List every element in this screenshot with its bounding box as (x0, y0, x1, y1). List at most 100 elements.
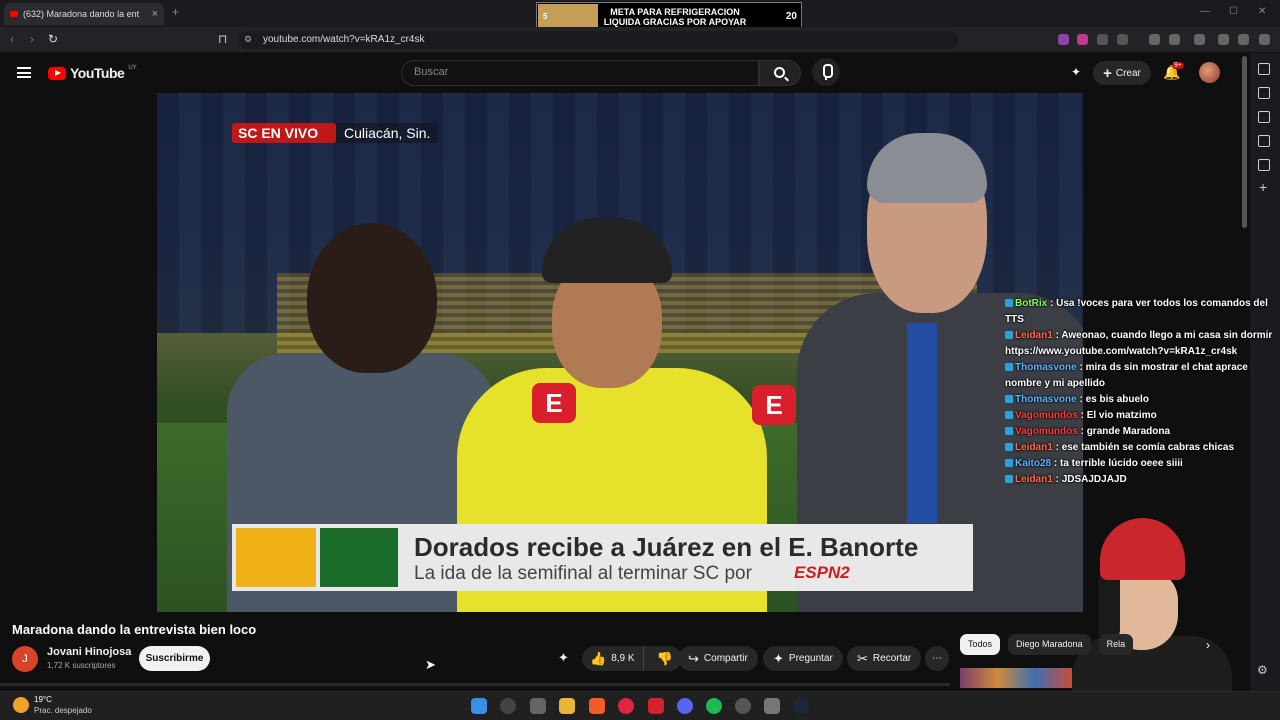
location-label: Culiacán, Sin. (336, 123, 439, 143)
url-text: youtube.com/watch?v=kRA1z_cr4sk (263, 34, 425, 45)
related-video-thumbnail[interactable] (960, 668, 1072, 688)
filter-chip[interactable]: Diego Maradona (1008, 634, 1091, 655)
voice-search-icon[interactable] (812, 58, 840, 86)
create-label: Crear (1115, 67, 1141, 79)
like-dislike-group: 👍 8,9 K 👎 (582, 646, 682, 671)
extensions-puzzle-icon[interactable] (1097, 34, 1108, 45)
platform-icon (1005, 299, 1013, 307)
youtube-header: YouTube UY Buscar ✦ + Crear 🔔 9+ (0, 53, 1240, 93)
extension-icon[interactable] (1077, 34, 1088, 45)
espn-microphone-icon: E (532, 383, 576, 423)
menu-icon[interactable] (1259, 34, 1270, 45)
espn2-logo: ESPN2 (794, 563, 850, 582)
dislike-button[interactable]: 👎 (649, 651, 681, 667)
hamburger-menu-icon[interactable] (17, 67, 31, 78)
taskbar-search-icon[interactable] (500, 698, 516, 714)
cast-icon[interactable]: ✦ (1071, 65, 1081, 79)
steam-icon[interactable] (793, 698, 809, 714)
media-player-icon[interactable] (618, 698, 634, 714)
chat-overlay: BotRix : Usa !voces para ver todos los c… (1005, 296, 1280, 488)
sidebar-toggle-icon[interactable] (1169, 34, 1180, 45)
site-settings-icon[interactable]: ⚙ (244, 34, 252, 45)
youtube-logo[interactable]: YouTube UY (48, 65, 137, 81)
share-button[interactable]: ↪ Compartir (678, 646, 758, 671)
sidebar-add-icon[interactable]: + (1259, 179, 1267, 195)
browser-toolbar: ‹ › ↻ ⊓ ⚙ youtube.com/watch?v=kRA1z_cr4s… (0, 27, 1280, 53)
task-view-icon[interactable] (530, 698, 546, 714)
lower-third: Dorados recibe a Juárez en el E. Banorte… (232, 524, 973, 591)
browser-tab[interactable]: (632) Maradona dando la ent × (4, 3, 164, 25)
clip-button[interactable]: ✂ Recortar (847, 646, 922, 671)
wallet-icon[interactable] (1194, 34, 1205, 45)
sidebar-wallet-icon[interactable] (1258, 111, 1270, 123)
chat-separator: : (1077, 426, 1087, 437)
sidebar-bookmarks-icon[interactable] (1258, 135, 1270, 147)
music-icon[interactable] (1149, 34, 1160, 45)
spotify-icon[interactable] (706, 698, 722, 714)
close-window-icon[interactable]: ✕ (1258, 6, 1266, 17)
clip-label: Recortar (872, 653, 912, 664)
sidebar-leo-icon[interactable] (1258, 63, 1270, 75)
chat-message: Leidan1 : JDSAJDJAJD (1005, 472, 1280, 488)
ask-button[interactable]: ✦ Preguntar (763, 646, 843, 671)
sidebar-reading-list-icon[interactable] (1258, 159, 1270, 171)
more-actions-button[interactable]: ⋯ (925, 646, 949, 671)
app-icon[interactable] (764, 698, 780, 714)
bookmark-icon[interactable]: ⊓ (218, 32, 227, 46)
ask-label: Preguntar (788, 653, 833, 664)
ask-sparkle-icon: ✦ (773, 650, 784, 666)
filter-chip[interactable]: Todos (960, 634, 1001, 655)
sparkle-icon[interactable]: ✦ (558, 650, 569, 666)
like-button[interactable]: 👍 8,9 K (582, 646, 644, 671)
discord-icon[interactable] (677, 698, 693, 714)
chat-username: Leidan1 (1015, 330, 1053, 341)
user-avatar[interactable] (1199, 62, 1220, 83)
close-tab-icon[interactable]: × (152, 8, 158, 20)
browser-tab-bar: (632) Maradona dando la ent × + 5 META P… (0, 0, 1280, 37)
file-explorer-icon[interactable] (559, 698, 575, 714)
page-scrollbar[interactable] (1242, 56, 1247, 228)
thumbs-down-icon: 👎 (656, 650, 673, 666)
filter-chip[interactable]: Rela (1098, 634, 1134, 655)
live-brand: SC (238, 125, 258, 141)
youtube-favicon-icon (10, 11, 18, 17)
minimize-icon[interactable]: — (1200, 6, 1210, 17)
goal-current: 5 (543, 12, 548, 21)
youtube-wordmark: YouTube (70, 65, 125, 81)
temperature: 19°C (34, 695, 52, 704)
back-icon[interactable]: ‹ (10, 32, 14, 46)
extension-icon[interactable] (1058, 34, 1069, 45)
channel-avatar[interactable]: J (12, 646, 38, 672)
chat-username: Leidan1 (1015, 442, 1053, 453)
brave-browser-icon[interactable] (589, 698, 605, 714)
search-button[interactable] (759, 60, 801, 86)
chat-message: Leidan1 : Aweonao, cuando llego a mi cas… (1005, 328, 1280, 360)
create-button[interactable]: + Crear (1093, 61, 1151, 85)
new-tab-icon[interactable]: + (172, 5, 179, 19)
forward-icon[interactable]: › (30, 32, 34, 46)
start-icon[interactable] (471, 698, 487, 714)
channel-name[interactable]: Jovani Hinojosa (47, 646, 131, 658)
chat-text: El vio matzimo (1086, 410, 1157, 421)
subscriber-count: 1,72 K suscriptores (47, 661, 116, 670)
scissors-icon: ✂ (857, 650, 868, 666)
extension-icon[interactable] (1117, 34, 1128, 45)
search-input[interactable]: Buscar (401, 60, 759, 86)
page-bottom-divider (0, 683, 950, 686)
live-label: EN VIVO (261, 125, 319, 141)
address-bar[interactable]: ⚙ youtube.com/watch?v=kRA1z_cr4sk (238, 31, 958, 49)
sidebar-news-icon[interactable] (1258, 87, 1270, 99)
subscribe-button[interactable]: Suscribirme (139, 646, 210, 671)
shields-icon[interactable] (1238, 34, 1249, 45)
obs-icon[interactable] (735, 698, 751, 714)
plus-icon: + (1103, 64, 1112, 82)
reload-icon[interactable]: ↻ (48, 32, 58, 46)
windows-taskbar: 19°C Prac. despejado (0, 691, 1280, 720)
chat-username: Thomasvone (1015, 362, 1077, 373)
app-icon[interactable] (648, 698, 664, 714)
juarez-logo (320, 528, 398, 587)
maximize-icon[interactable]: ☐ (1229, 6, 1238, 17)
chips-next-icon[interactable]: › (1206, 638, 1210, 652)
weather-icon[interactable] (13, 697, 29, 713)
leo-icon[interactable] (1218, 34, 1229, 45)
